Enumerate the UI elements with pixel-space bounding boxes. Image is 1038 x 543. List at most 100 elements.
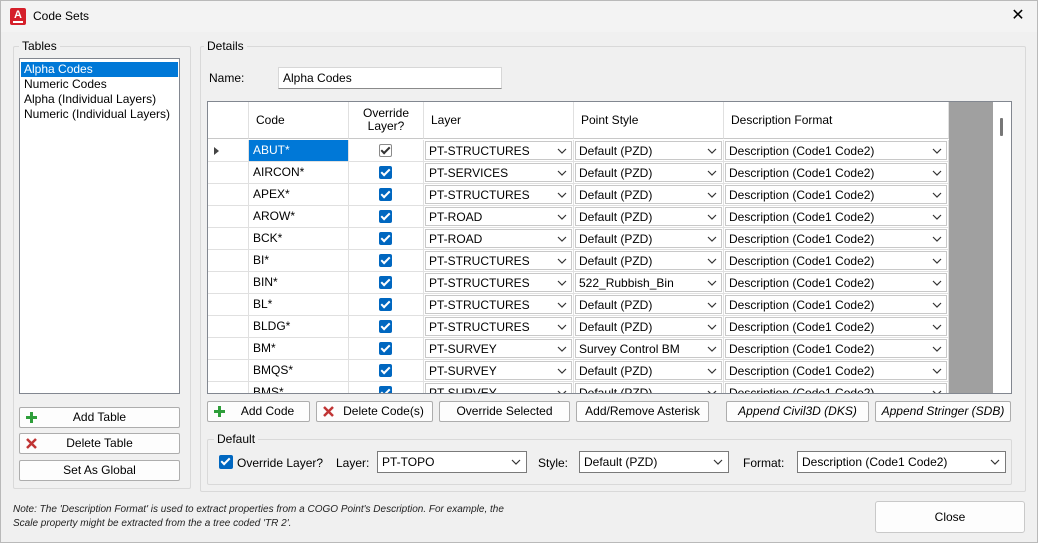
override-selected-button[interactable]: Override Selected <box>439 401 570 422</box>
description-format-cell[interactable]: Description (Code1 Code2) <box>724 272 949 294</box>
code-cell[interactable]: BM* <box>249 338 349 360</box>
point-style-cell[interactable]: Default (PZD) <box>574 250 724 272</box>
override-cell[interactable] <box>349 338 424 360</box>
row-header[interactable] <box>208 140 249 162</box>
layer-select[interactable]: PT-ROAD <box>425 207 572 226</box>
layer-cell[interactable]: PT-STRUCTURES <box>424 250 574 272</box>
table-row[interactable]: BLDG* PT-STRUCTURES Default (PZD) Descripti… <box>208 316 949 338</box>
description-format-select[interactable]: Description (Code1 Code2) <box>725 229 947 248</box>
override-checkbox[interactable] <box>379 254 392 267</box>
description-format-select[interactable]: Description (Code1 Code2) <box>725 361 947 380</box>
override-cell[interactable] <box>349 184 424 206</box>
override-cell[interactable] <box>349 140 424 162</box>
point-style-cell[interactable]: Default (PZD) <box>574 294 724 316</box>
layer-cell[interactable]: PT-ROAD <box>424 228 574 250</box>
layer-select[interactable]: PT-SURVEY <box>425 383 572 393</box>
description-format-cell[interactable]: Description (Code1 Code2) <box>724 294 949 316</box>
close-button[interactable]: Close <box>875 501 1025 533</box>
override-checkbox[interactable] <box>379 166 392 179</box>
point-style-select[interactable]: Default (PZD) <box>575 251 722 270</box>
override-checkbox[interactable] <box>379 364 392 377</box>
layer-cell[interactable]: PT-SURVEY <box>424 360 574 382</box>
delete-code-button[interactable]: Delete Code(s) <box>316 401 433 422</box>
layer-cell[interactable]: PT-SURVEY <box>424 382 574 393</box>
list-item[interactable]: Numeric (Individual Layers) <box>21 107 178 122</box>
layer-select[interactable]: PT-SURVEY <box>425 361 572 380</box>
name-input[interactable]: Alpha Codes <box>278 67 502 89</box>
close-window-icon[interactable]: ✕ <box>1007 6 1029 26</box>
default-format-select[interactable]: Description (Code1 Code2) <box>797 451 1006 473</box>
code-cell[interactable]: BIN* <box>249 272 349 294</box>
description-format-select[interactable]: Description (Code1 Code2) <box>725 141 947 160</box>
point-style-cell[interactable]: Default (PZD) <box>574 360 724 382</box>
row-header[interactable] <box>208 206 249 228</box>
layer-cell[interactable]: PT-SERVICES <box>424 162 574 184</box>
add-remove-asterisk-button[interactable]: Add/Remove Asterisk <box>576 401 709 422</box>
point-style-select[interactable]: 522_Rubbish_Bin <box>575 273 722 292</box>
table-row[interactable]: ABUT* PT-STRUCTURES Default (PZD) Descripti… <box>208 140 949 162</box>
layer-select[interactable]: PT-STRUCTURES <box>425 273 572 292</box>
point-style-cell[interactable]: Default (PZD) <box>574 184 724 206</box>
point-style-cell[interactable]: Default (PZD) <box>574 382 724 393</box>
point-style-cell[interactable]: Default (PZD) <box>574 206 724 228</box>
description-format-cell[interactable]: Description (Code1 Code2) <box>724 228 949 250</box>
layer-select[interactable]: PT-ROAD <box>425 229 572 248</box>
point-style-cell[interactable]: Survey Control BM <box>574 338 724 360</box>
layer-select[interactable]: PT-SERVICES <box>425 163 572 182</box>
point-style-cell[interactable]: Default (PZD) <box>574 162 724 184</box>
layer-cell[interactable]: PT-SURVEY <box>424 338 574 360</box>
description-format-select[interactable]: Description (Code1 Code2) <box>725 251 947 270</box>
override-checkbox[interactable] <box>379 342 392 355</box>
override-checkbox[interactable] <box>379 320 392 333</box>
add-code-button[interactable]: Add Code <box>207 401 310 422</box>
point-style-select[interactable]: Default (PZD) <box>575 383 722 393</box>
override-cell[interactable] <box>349 228 424 250</box>
codes-grid[interactable]: Code Override Layer? Layer Point Style De… <box>207 101 1012 394</box>
default-layer-select[interactable]: PT-TOPO <box>377 451 527 473</box>
description-format-select[interactable]: Description (Code1 Code2) <box>725 317 947 336</box>
override-cell[interactable] <box>349 382 424 393</box>
override-checkbox[interactable] <box>379 144 392 157</box>
table-row[interactable]: AIRCON* PT-SERVICES Default (PZD) Descripti… <box>208 162 949 184</box>
grid-vertical-scrollbar[interactable] <box>993 102 1011 393</box>
code-cell[interactable]: ABUT* <box>249 140 349 162</box>
description-format-select[interactable]: Description (Code1 Code2) <box>725 339 947 358</box>
layer-select[interactable]: PT-SURVEY <box>425 339 572 358</box>
column-header-description-format[interactable]: Description Format <box>724 102 949 139</box>
row-header[interactable] <box>208 382 249 393</box>
layer-cell[interactable]: PT-STRUCTURES <box>424 294 574 316</box>
layer-cell[interactable]: PT-STRUCTURES <box>424 272 574 294</box>
row-header[interactable] <box>208 184 249 206</box>
append-stringer-button[interactable]: Append Stringer (SDB) <box>875 401 1011 422</box>
tables-list[interactable]: Alpha Codes Numeric Codes Alpha (Individ… <box>19 58 180 394</box>
table-row[interactable]: BMS* PT-SURVEY Default (PZD) Description (C… <box>208 382 949 393</box>
layer-select[interactable]: PT-STRUCTURES <box>425 185 572 204</box>
override-checkbox[interactable] <box>379 386 392 393</box>
delete-table-button[interactable]: Delete Table <box>19 433 180 454</box>
description-format-cell[interactable]: Description (Code1 Code2) <box>724 250 949 272</box>
column-header-override[interactable]: Override Layer? <box>349 102 424 139</box>
override-cell[interactable] <box>349 206 424 228</box>
override-cell[interactable] <box>349 250 424 272</box>
layer-cell[interactable]: PT-STRUCTURES <box>424 184 574 206</box>
default-style-select[interactable]: Default (PZD) <box>579 451 729 473</box>
layer-cell[interactable]: PT-STRUCTURES <box>424 140 574 162</box>
override-checkbox[interactable] <box>379 188 392 201</box>
code-cell[interactable]: BL* <box>249 294 349 316</box>
code-cell[interactable]: APEX* <box>249 184 349 206</box>
description-format-cell[interactable]: Description (Code1 Code2) <box>724 338 949 360</box>
layer-select[interactable]: PT-STRUCTURES <box>425 251 572 270</box>
point-style-select[interactable]: Default (PZD) <box>575 141 722 160</box>
override-layer-checkbox[interactable] <box>219 455 233 469</box>
code-cell[interactable]: AROW* <box>249 206 349 228</box>
code-cell[interactable]: BMS* <box>249 382 349 393</box>
point-style-cell[interactable]: 522_Rubbish_Bin <box>574 272 724 294</box>
table-row[interactable]: BCK* PT-ROAD Default (PZD) Description (Cod… <box>208 228 949 250</box>
layer-cell[interactable]: PT-STRUCTURES <box>424 316 574 338</box>
row-header[interactable] <box>208 360 249 382</box>
point-style-select[interactable]: Default (PZD) <box>575 207 722 226</box>
override-cell[interactable] <box>349 294 424 316</box>
layer-select[interactable]: PT-STRUCTURES <box>425 317 572 336</box>
code-cell[interactable]: BCK* <box>249 228 349 250</box>
override-cell[interactable] <box>349 272 424 294</box>
